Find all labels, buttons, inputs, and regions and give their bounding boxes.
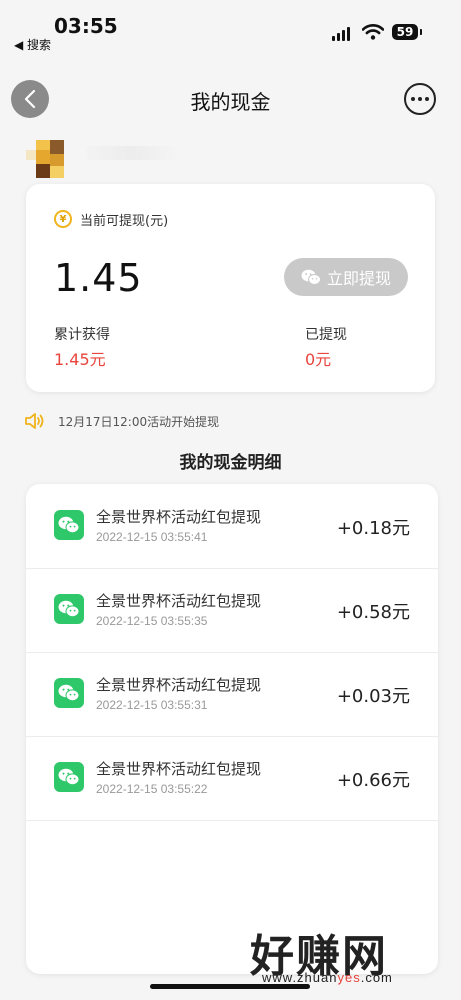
back-to-search-link[interactable]: ◀ 搜索 <box>14 36 51 53</box>
username-blurred <box>86 146 176 160</box>
wechat-icon <box>54 762 84 792</box>
list-item[interactable]: 全景世界杯活动红包提现 2022-12-15 03:55:41 +0.18元 <box>26 484 438 569</box>
balance-card: ¥ 当前可提现(元) 1.45 立即提现 累计获得 1.45元 已提现 0元 <box>26 184 435 392</box>
item-title: 全景世界杯活动红包提现 <box>96 508 262 526</box>
status-bar: 03:55 ◀ 搜索 59 <box>0 0 461 60</box>
balance-amount: 1.45 <box>54 256 143 300</box>
watermark-url-c: .com <box>360 970 393 985</box>
withdrawn-value: 0元 <box>305 350 332 369</box>
wechat-icon <box>54 510 84 540</box>
item-time: 2022-12-15 03:55:22 <box>96 782 208 796</box>
list-item[interactable]: 全景世界杯活动红包提现 2022-12-15 03:55:22 +0.66元 <box>26 736 438 821</box>
avatar <box>26 140 64 178</box>
wechat-icon <box>54 594 84 624</box>
withdraw-button-label: 立即提现 <box>326 269 391 288</box>
cellular-signal-icon <box>332 27 350 41</box>
navigation-bar: 我的现金 <box>0 78 461 122</box>
notice-text: 12月17日12:00活动开始提现 <box>58 414 220 429</box>
yen-icon: ¥ <box>54 210 72 228</box>
item-amount: +0.66元 <box>336 770 410 791</box>
wechat-icon <box>301 269 321 285</box>
watermark-url-a: www.zhuan <box>262 970 338 985</box>
wifi-icon <box>362 24 384 40</box>
item-title: 全景世界杯活动红包提现 <box>96 592 262 610</box>
total-earned-label: 累计获得 <box>54 327 110 343</box>
item-amount: +0.03元 <box>336 686 410 707</box>
battery-indicator: 59 <box>392 24 418 40</box>
item-time: 2022-12-15 03:55:31 <box>96 698 208 712</box>
watermark-url: www.zhuanyes.com <box>262 970 393 985</box>
item-time: 2022-12-15 03:55:35 <box>96 614 208 628</box>
notice-bar: 12月17日12:00活动开始提现 <box>24 410 219 432</box>
more-icon-dot <box>425 97 429 101</box>
item-amount: +0.18元 <box>336 518 410 539</box>
speaker-icon <box>25 413 44 429</box>
watermark-url-b: yes <box>337 970 361 985</box>
item-amount: +0.58元 <box>336 602 410 623</box>
page-title: 我的现金 <box>190 90 271 114</box>
withdraw-button[interactable]: 立即提现 <box>284 258 408 296</box>
details-title: 我的现金明细 <box>179 453 282 473</box>
battery-tip <box>420 29 422 35</box>
more-icon <box>411 97 415 101</box>
list-item[interactable]: 全景世界杯活动红包提现 2022-12-15 03:55:31 +0.03元 <box>26 652 438 737</box>
withdrawn-label: 已提现 <box>305 327 347 343</box>
status-time: 03:55 <box>54 14 118 38</box>
item-title: 全景世界杯活动红包提现 <box>96 676 262 694</box>
item-time: 2022-12-15 03:55:41 <box>96 530 208 544</box>
item-title: 全景世界杯活动红包提现 <box>96 760 262 778</box>
balance-label: 当前可提现(元) <box>80 214 169 229</box>
more-button[interactable] <box>404 83 436 115</box>
total-earned-value: 1.45元 <box>54 350 106 369</box>
wechat-icon <box>54 678 84 708</box>
list-item[interactable]: 全景世界杯活动红包提现 2022-12-15 03:55:35 +0.58元 <box>26 568 438 653</box>
more-icon-dot <box>418 97 422 101</box>
home-indicator[interactable] <box>150 984 310 989</box>
details-list: 全景世界杯活动红包提现 2022-12-15 03:55:41 +0.18元 全… <box>26 484 438 974</box>
